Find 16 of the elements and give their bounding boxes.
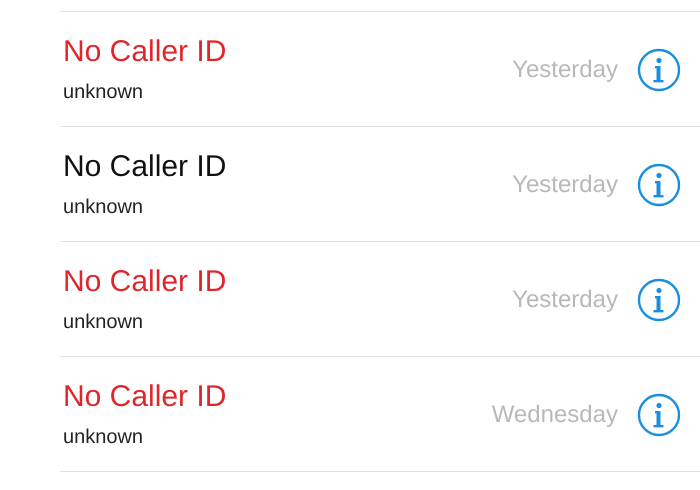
call-label: unknown xyxy=(63,80,144,104)
info-icon[interactable] xyxy=(637,163,681,207)
info-icon[interactable] xyxy=(637,278,681,322)
call-date: Yesterday xyxy=(512,171,618,199)
info-icon[interactable] xyxy=(637,48,681,92)
call-date: Yesterday xyxy=(512,56,618,84)
call-label: unknown xyxy=(63,195,144,219)
call-label: unknown xyxy=(63,425,144,449)
call-date: Wednesday xyxy=(492,401,618,429)
caller-name: No Caller ID xyxy=(63,264,226,300)
caller-name: No Caller ID xyxy=(63,379,226,415)
call-label: unknown xyxy=(63,310,144,334)
call-date: Yesterday xyxy=(512,286,618,314)
caller-name: No Caller ID xyxy=(63,149,226,185)
caller-name: No Caller ID xyxy=(63,34,226,70)
info-icon[interactable] xyxy=(637,393,681,437)
